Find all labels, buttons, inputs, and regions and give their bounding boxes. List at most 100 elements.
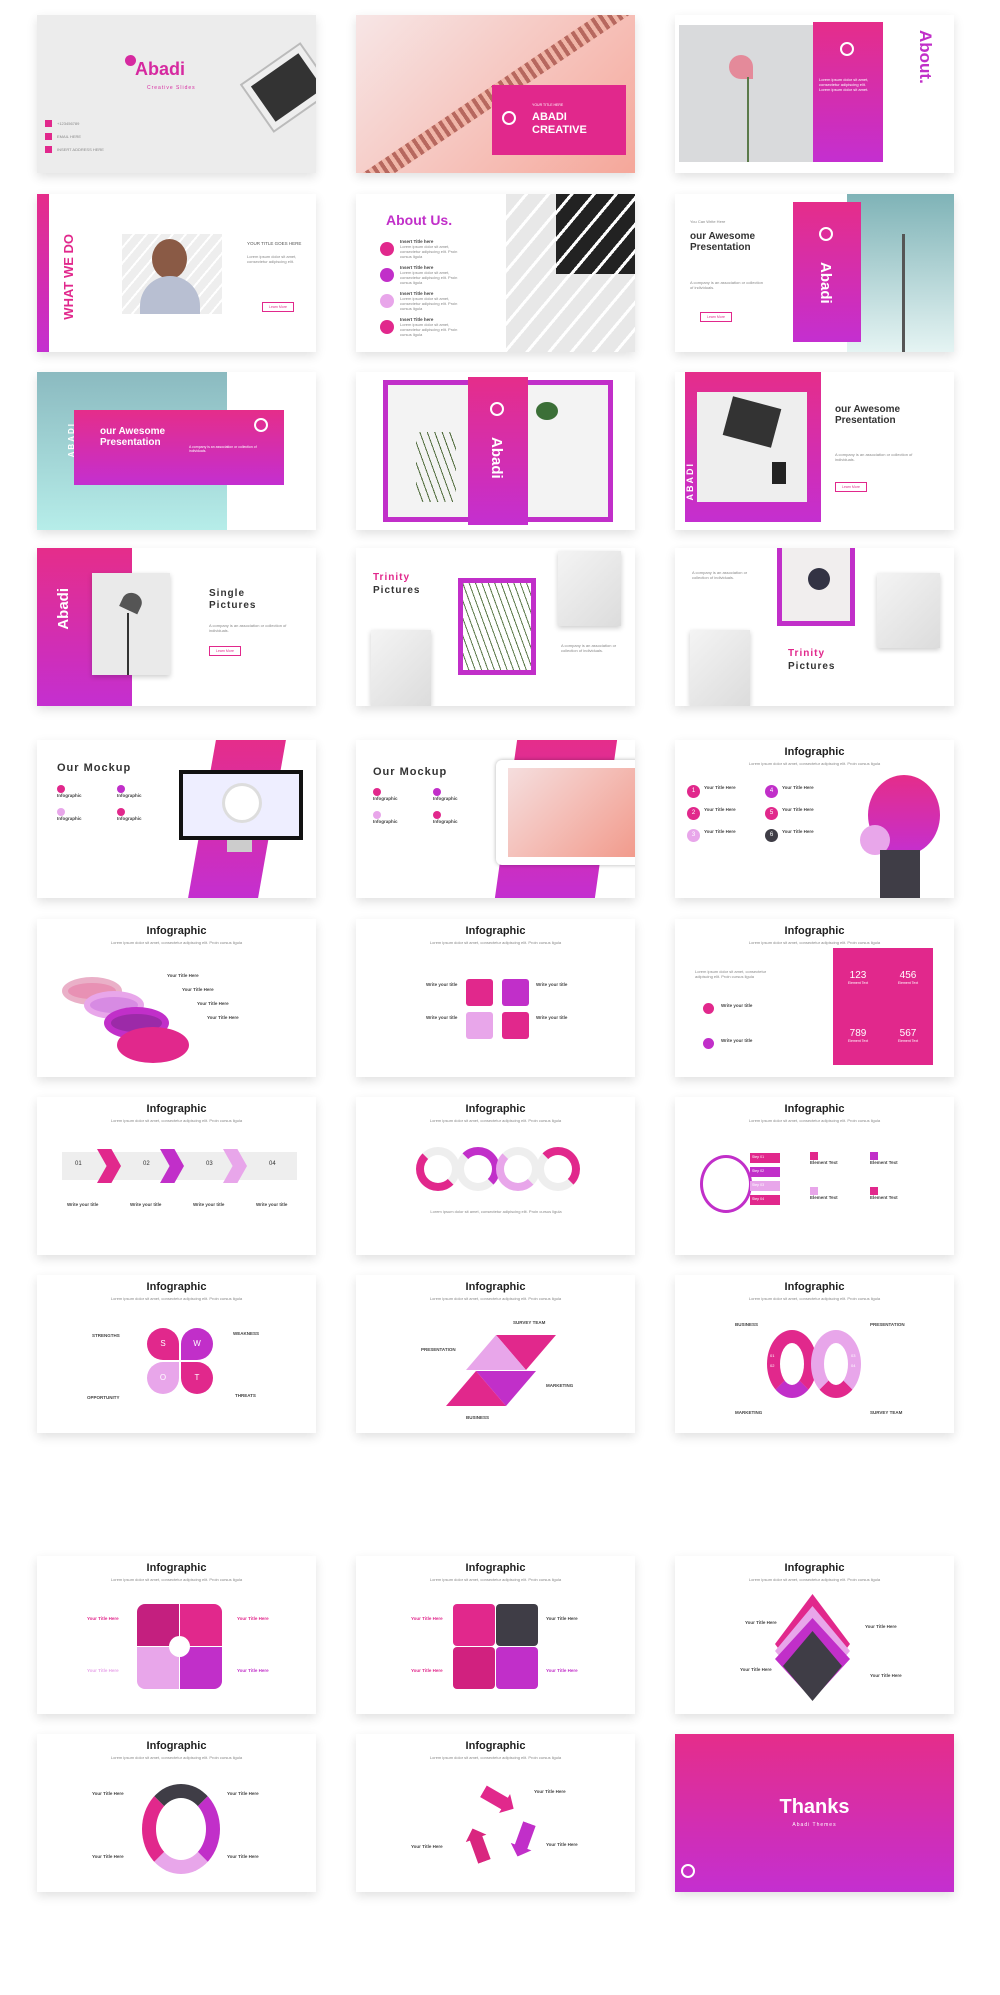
slide-infographic-clock[interactable]: Infographic Lorem ipsum dolor sit amet, … [675,1097,954,1255]
item-title: Write your title [67,1202,99,1207]
slide-infographic-rings[interactable]: Infographic Lorem ipsum dolor sit amet, … [37,919,316,1077]
portrait-image [122,234,222,314]
slide-title: Infographic [146,1103,207,1115]
mockup-items: Infographic Infographic Infographic Info… [373,788,493,824]
globe-logo-icon [840,42,854,56]
element-grid: Element Text Element Text Element Text E… [810,1152,930,1200]
item-icon [703,1003,714,1014]
item-title: Infographic [433,796,458,801]
stat-label: Element Text [847,980,869,985]
stat-label: Element Text [847,1039,869,1044]
slide-awesome-presentation-3[interactable]: ABADI our Awesome Presentation A company… [675,372,954,530]
item-title: Your Title Here [782,785,814,790]
item-title: Your Title Here [782,829,814,834]
item-title: Infographic [373,819,398,824]
slide-infographic-puzzle[interactable]: Infographic Lorem ipsum dolor sit amet, … [356,1556,635,1714]
slide-infographic-wave[interactable]: Infographic Lorem ipsum dolor sit amet, … [356,1097,635,1255]
opportunity-label: OPPORTUNITY [87,1395,120,1400]
slide-subtitle: Lorem ipsum dolor sit amet, consectetur … [429,1577,562,1582]
slide-subtitle: Lorem ipsum dolor sit amet, consectetur … [429,1296,562,1301]
slide-infographic-numbers[interactable]: Infographic Lorem ipsum dolor sit amet, … [675,919,954,1077]
slide-subtitle: Lorem ipsum dolor sit amet, consectetur … [429,1118,562,1123]
item-title: Your Title Here [92,1854,124,1859]
slide-subtitle: Lorem ipsum dolor sit amet, consectetur … [429,1755,562,1760]
about-body: Lorem ipsum dolor sit amet, consectetur … [819,77,869,92]
slide-title: Infographic [146,925,207,937]
contact-phone: +123456789 [57,121,80,126]
learn-more-button[interactable]: Learn More [700,312,732,322]
slide-infographic-recycle[interactable]: Infographic Lorem ipsum dolor sit amet, … [356,1734,635,1892]
item-title: Your Title Here [227,1791,259,1796]
item-title: Element Text [870,1195,898,1200]
step-number: 03 [206,1161,213,1167]
slide-title: Infographic [784,746,845,758]
title: our Awesome Presentation [100,426,166,448]
slide-subtitle: Lorem ipsum dolor sit amet, consectetur … [110,1577,243,1582]
slide-about[interactable]: Lorem ipsum dolor sit amet, consectetur … [675,15,954,173]
slide-infographic-tiles[interactable]: Infographic Lorem ipsum dolor sit amet, … [356,919,635,1077]
slide-subtitle: Lorem ipsum dolor sit amet, consectetur … [429,940,562,945]
slide-thanks[interactable]: Thanks Abadi Themes [675,1734,954,1892]
tagline: Creative Slides [147,85,196,91]
step-number: 04 [269,1161,276,1167]
slide-infographic-gear[interactable]: Infographic Lorem ipsum dolor sit amet, … [37,1556,316,1714]
step-tab: Step 04 [750,1195,780,1205]
slide-about-us[interactable]: About Us. Insert Title here Lorem ipsum d… [356,194,635,352]
slide-infographic-triangles[interactable]: Infographic Lorem ipsum dolor sit amet, … [356,1275,635,1433]
flower-image [679,25,824,162]
item-dot [117,785,125,793]
step-tab: Step 03 [750,1181,780,1191]
learn-more-button[interactable]: Learn More [262,302,294,312]
item-title: Your Title Here [704,807,736,812]
learn-more-button[interactable]: Learn More [835,482,867,492]
slide-our-mockup-tablet[interactable]: Our Mockup Infographic Infographic Infog… [356,740,635,898]
stat-value: 123 [849,969,867,981]
wave-segment-3 [496,1147,540,1191]
accent-bar [37,194,49,352]
recycle-arrow-right [507,1820,540,1860]
globe-logo-icon [681,1864,695,1878]
learn-more-button[interactable]: Learn More [209,646,241,656]
slide-abadi-creative[interactable]: YOUR TITLE HERE ABADI CREATIVE [356,15,635,173]
slide-infographic-swot[interactable]: Infographic Lorem ipsum dolor sit amet, … [37,1275,316,1433]
step-tabs: Step 01 Step 02 Step 03 Step 04 [750,1153,780,1205]
title: Our Mockup [57,762,132,774]
weakness-label: WEAKNESS [233,1331,260,1336]
slide-infographic-cycle[interactable]: Infographic Lorem ipsum dolor sit amet, … [37,1734,316,1892]
slide-our-mockup-monitor[interactable]: Our Mockup Infographic Infographic Infog… [37,740,316,898]
step-number: 03 [851,1353,856,1358]
slide-trinity-pictures-1[interactable]: Trinity Pictures A company is an associa… [356,548,635,706]
slide-single-pictures[interactable]: Abadi Single Pictures A company is an as… [37,548,316,706]
item-title: Your Title Here [745,1620,777,1625]
item-title: Write your title [426,1015,458,1020]
swot-s: S [147,1328,179,1360]
slide-title[interactable]: Abadi Creative Slides +123456789 EMAIL H… [37,15,316,173]
item-title: Your Title Here [207,1015,239,1020]
slide-infographic-head[interactable]: Infographic Lorem ipsum dolor sit amet, … [675,740,954,898]
tile-lock-icon [502,1012,529,1039]
item-title: Your Title Here [411,1668,443,1673]
slide-infographic-arrows[interactable]: Infographic Lorem ipsum dolor sit amet, … [37,1097,316,1255]
head-puzzle-graphic [860,775,940,898]
wave-segment-1 [416,1147,460,1191]
slide-plant-frames[interactable]: Abadi [356,372,635,530]
slide-title: Infographic [465,1103,526,1115]
slide-infographic-diamond[interactable]: Infographic Lorem ipsum dolor sit amet, … [675,1556,954,1714]
body-text: Lorem ipsum dolor sit amet, consectetur … [430,1209,562,1214]
slide-awesome-presentation-1[interactable]: You Can Write Here our Awesome Presentat… [675,194,954,352]
slide-infographic-infinity[interactable]: Infographic Lorem ipsum dolor sit amet, … [675,1275,954,1433]
slide-what-we-do[interactable]: WHAT WE DO YOUR TITLE GOES HERE Lorem ip… [37,194,316,352]
slide-awesome-presentation-2[interactable]: ABADI our Awesome Presentation A company… [37,372,316,530]
puzzle-gear-icon [453,1647,495,1689]
intro-text: Lorem ipsum dolor sit amet, consectetur … [695,969,767,979]
lamp-image [690,630,750,706]
number-badge: 5 [765,807,778,820]
survey-team-label: SURVEY TEAM [513,1320,546,1325]
title-line-1: ABADI [532,111,567,123]
item-title: Element Text [810,1195,838,1200]
stat-value: 456 [899,969,917,981]
stat-value: 567 [899,1028,917,1040]
slide-trinity-pictures-2[interactable]: A company is an association or collectio… [675,548,954,706]
slide-title: Infographic [465,1281,526,1293]
globe-logo-icon [254,418,268,432]
